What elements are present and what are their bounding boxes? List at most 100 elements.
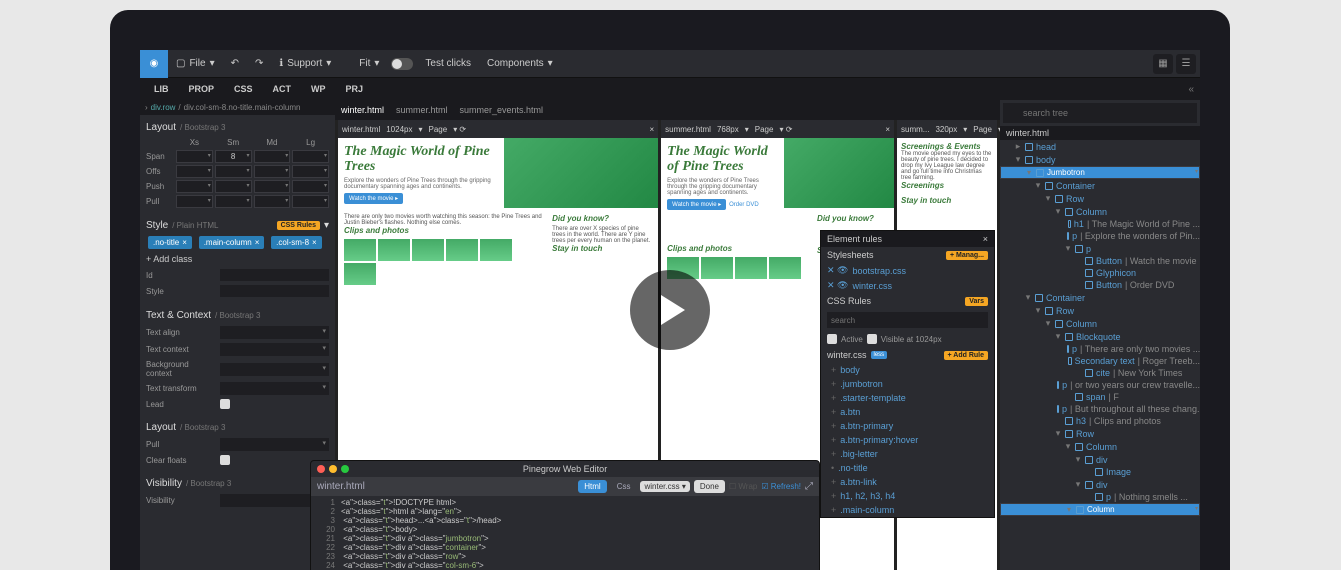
components-menu[interactable]: Components ▾ [479,58,561,69]
tree-node[interactable]: ▾p [1000,242,1200,255]
text-context-header[interactable]: Text & Context / Bootstrap 3 [146,307,329,324]
tab-prop[interactable]: PROP [181,81,223,97]
css-rule[interactable]: body [821,363,994,377]
tab-prj[interactable]: PRJ [338,81,372,97]
tree-node[interactable]: ▾Column [1000,440,1200,453]
tree-file-header[interactable]: winter.html [1000,126,1200,140]
close-preview-icon[interactable]: × [649,125,654,134]
vars-button[interactable]: Vars [965,297,988,306]
css-rule[interactable]: .starter-template [821,391,994,405]
tree-node[interactable]: p | Nothing smells ... [1000,491,1200,503]
code-css-select[interactable]: winter.css ▾ [640,481,689,492]
css-rule[interactable]: .main-column [821,503,994,517]
play-video-button[interactable] [630,270,710,350]
tree-node[interactable]: h3 | Clips and photos [1000,415,1200,427]
css-rule[interactable]: a.btn-link [821,475,994,489]
tree-node[interactable]: ▾Row [1000,304,1200,317]
add-rule-button[interactable]: + Add Rule [944,351,989,360]
tree-node[interactable]: ▾div [1000,453,1200,466]
tree-node[interactable]: ▾Container [1000,179,1200,192]
class-no-title[interactable]: .no-title × [148,236,192,249]
pull-select[interactable] [220,438,329,451]
tree-node[interactable]: h1 | The Magic World of Pine ... [1000,218,1200,230]
filetab-winter[interactable]: winter.html [341,105,384,115]
file-menu[interactable]: ▢ File ▾ [168,58,223,69]
support-menu[interactable]: ℹ Support ▾ [271,58,339,69]
tree-node[interactable]: ▾Jumbotron [1000,166,1200,179]
grid-view-icon[interactable]: ▦ [1153,54,1173,74]
bg-context-select[interactable] [220,363,329,376]
layout-section-header[interactable]: Layout / Bootstrap 3 [146,119,329,136]
class-main-column[interactable]: .main-column × [199,236,265,249]
tab-act[interactable]: ACT [265,81,300,97]
visible-checkbox[interactable] [867,334,877,344]
text-transform-select[interactable] [220,382,329,395]
text-context-select[interactable] [220,343,329,356]
tree-node[interactable]: Secondary text | Roger Treeb... [1000,355,1200,367]
tree-node[interactable]: ▾Row [1000,192,1200,205]
active-checkbox[interactable] [827,334,837,344]
tab-wp[interactable]: WP [303,81,334,97]
visibility-header[interactable]: Visibility / Bootstrap 3 [146,475,329,492]
span-md[interactable] [254,150,291,163]
css-rule[interactable]: a.btn-primary [821,419,994,433]
filetab-summer-events[interactable]: summer_events.html [460,105,544,115]
css-rule[interactable]: .no-title [821,461,994,475]
redo-button[interactable]: ↷ [247,58,271,69]
id-input[interactable] [220,269,329,281]
tree-node[interactable]: span | F [1000,391,1200,403]
span-sm[interactable]: 8 [215,150,252,163]
tree-search-input[interactable] [1003,103,1197,123]
tree-node[interactable]: p | But throughout all these chang... [1000,403,1200,415]
tree-node[interactable]: cite | New York Times [1000,367,1200,379]
class-col-sm-8[interactable]: .col-sm-8 × [271,236,322,249]
tree-node[interactable]: Image [1000,466,1200,478]
tree-node[interactable]: p | or two years our crew travelle... [1000,379,1200,391]
tree-node[interactable]: p | There are only two movies ... [1000,343,1200,355]
tree-node[interactable]: p | Explore the wonders of Pin... [1000,230,1200,242]
close-icon[interactable]: × [983,234,988,244]
css-rule[interactable]: a.btn-primary:hover [821,433,994,447]
code-tab-css[interactable]: Css [611,480,637,493]
done-button[interactable]: Done [694,480,725,493]
tree-node[interactable]: Glyphicon [1000,267,1200,279]
clear-floats-checkbox[interactable] [220,455,230,465]
tab-css[interactable]: CSS [226,81,261,97]
filetab-summer[interactable]: summer.html [396,105,448,115]
lead-checkbox[interactable] [220,399,230,409]
style-input[interactable] [220,285,329,297]
tree-node[interactable]: Button | Watch the movie [1000,255,1200,267]
list-view-icon[interactable]: ☰ [1176,54,1196,74]
css-rule[interactable]: .jumbotron [821,377,994,391]
collapse-icon[interactable]: « [1188,84,1194,95]
stylesheet-bootstrap[interactable]: ✕ 👁 bootstrap.css [821,263,994,278]
expand-icon[interactable]: ⤢ [805,481,813,492]
tree-node[interactable]: ▾Column [1000,205,1200,218]
manage-button[interactable]: + Manag... [946,251,988,260]
tab-lib[interactable]: LIB [146,81,177,97]
tree-node[interactable]: ▾Column [1000,503,1200,516]
css-rule[interactable]: h1, h2, h3, h4 [821,489,994,503]
app-logo-icon[interactable]: ◉ [140,50,168,78]
css-rule[interactable]: a.btn [821,405,994,419]
undo-button[interactable]: ↶ [223,58,247,69]
span-xs[interactable] [176,150,213,163]
code-tab-html[interactable]: Html [578,480,606,493]
tree-node[interactable]: ▸head [1000,140,1200,153]
tree-node[interactable]: ▾div [1000,478,1200,491]
add-class-button[interactable]: + Add class [146,251,329,267]
css-rule[interactable]: .big-letter [821,447,994,461]
watch-movie-button[interactable]: Watch the movie ▸ [344,193,403,204]
tree-node[interactable]: ▾Container [1000,291,1200,304]
tree-node[interactable]: ▾Column [1000,317,1200,330]
css-search-input[interactable] [827,312,988,328]
stylesheet-winter[interactable]: ✕ 👁 winter.css [821,278,994,293]
span-lg[interactable] [292,150,329,163]
text-align-select[interactable] [220,326,329,339]
style-section-header[interactable]: Style / Plain HTMLCSS Rules ▾ [146,217,329,234]
tree-node[interactable]: ▾body [1000,153,1200,166]
fit-menu[interactable]: Fit ▾ [351,58,387,69]
breadcrumb[interactable]: › div.row / div.col-sm-8.no-title.main-c… [140,100,335,115]
layout2-header[interactable]: Layout / Bootstrap 3 [146,419,329,436]
tree-node[interactable]: ▾Row [1000,427,1200,440]
